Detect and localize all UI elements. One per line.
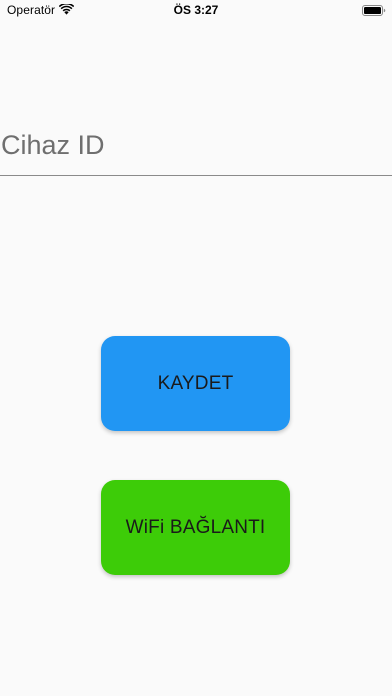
battery-icon (362, 5, 386, 16)
save-button[interactable]: KAYDET (101, 336, 290, 431)
device-id-field[interactable] (0, 118, 392, 176)
status-bar: Operatör ÖS 3:27 (0, 0, 392, 22)
device-id-input[interactable] (0, 118, 392, 172)
wifi-connection-button[interactable]: WiFi BAĞLANTI (101, 480, 290, 575)
status-time: ÖS 3:27 (173, 3, 219, 17)
device-id-underline (0, 175, 392, 176)
